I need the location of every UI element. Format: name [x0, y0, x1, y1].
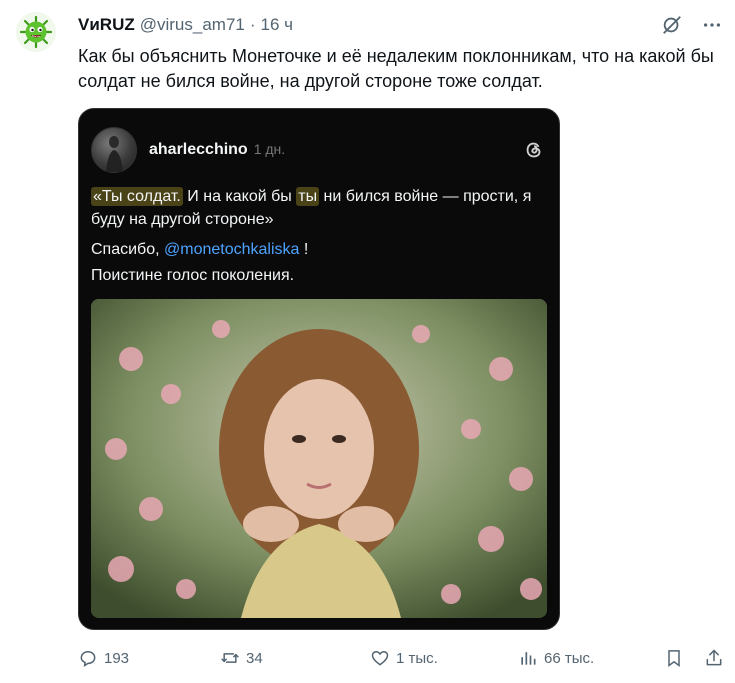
views-count: 66 тыс. — [544, 649, 595, 667]
portrait-photo — [91, 299, 547, 618]
tweet-header: VиRUZ @virus_am71 · 16 ч — [78, 14, 293, 36]
share-button[interactable] — [704, 648, 724, 668]
highlight-phrase-2: ты — [296, 187, 320, 206]
quote-avatar-figure — [106, 136, 123, 172]
bookmark-button[interactable] — [664, 648, 684, 668]
quote-avatar[interactable] — [91, 127, 137, 173]
quote-caption-line: Поистине голос поколения. — [91, 267, 295, 284]
reply-icon — [80, 650, 96, 667]
quote-text-part: И на какой бы — [182, 188, 297, 205]
retweet-button[interactable]: 34 — [220, 648, 263, 668]
like-button[interactable]: 1 тыс. — [370, 648, 438, 668]
mention-link[interactable]: @monetochkaliska — [164, 241, 299, 258]
tweet-time[interactable]: 16 ч — [261, 14, 294, 36]
threads-icon[interactable] — [523, 139, 545, 161]
tweet-actions: 193 34 1 тыс. 66 тыс. — [78, 648, 723, 672]
more-icon[interactable] — [701, 14, 723, 36]
top-actions — [661, 14, 723, 36]
author-handle[interactable]: @virus_am71 — [140, 14, 245, 36]
tweet-text: Как бы объяснить Монеточке и её недалеки… — [78, 46, 714, 91]
embedded-threads-post[interactable]: aharlecchino 1 дн. «Ты солдат. И на какой… — [78, 108, 560, 630]
thanks-prefix: Спасибо, — [91, 241, 165, 258]
avatar[interactable] — [16, 12, 56, 52]
author-name[interactable]: VиRUZ — [78, 14, 135, 36]
retweet-count: 34 — [246, 649, 263, 667]
quote-username[interactable]: aharlecchino — [149, 141, 248, 158]
views-button[interactable]: 66 тыс. — [518, 648, 594, 668]
quote-photo[interactable] — [91, 299, 547, 618]
separator-dot: · — [249, 15, 256, 34]
heart-icon — [371, 650, 389, 666]
quote-time: 1 дн. — [253, 141, 286, 157]
quote-lyric: «Ты солдат. И на какой бы ты ни бился во… — [91, 185, 553, 231]
thanks-suffix: ! — [299, 241, 309, 258]
reply-count: 193 — [104, 649, 130, 667]
green-virus-avatar-icon — [16, 12, 56, 52]
retweet-icon — [221, 653, 239, 663]
views-icon — [521, 652, 536, 665]
reply-button[interactable]: 193 — [78, 648, 129, 668]
bookmark-icon — [668, 650, 680, 667]
highlight-phrase-1: «Ты солдат. — [91, 187, 183, 206]
quote-thanks-line: Спасибо, @monetochkaliska ! — [91, 241, 308, 259]
quote-header: aharlecchino 1 дн. — [149, 141, 285, 159]
share-icon — [706, 649, 722, 666]
grok-icon[interactable] — [661, 14, 683, 36]
like-count: 1 тыс. — [396, 649, 438, 667]
